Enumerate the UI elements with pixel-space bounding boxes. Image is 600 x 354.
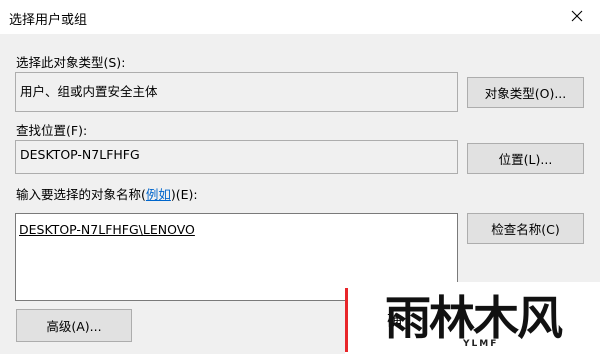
object-type-field: 用户、组或内置安全主体 <box>15 72 458 112</box>
title-bar: 选择用户或组 <box>0 0 600 34</box>
dialog-title: 选择用户或组 <box>9 13 88 28</box>
location-field: DESKTOP-N7LFHFG <box>15 140 458 174</box>
object-types-button[interactable]: 对象类型(O)... <box>467 77 584 108</box>
watermark-logo: 确 雨林木风 YLMF <box>345 282 600 354</box>
close-button[interactable] <box>554 0 600 32</box>
object-type-label: 选择此对象类型(S): <box>16 55 126 70</box>
examples-link[interactable]: 例如 <box>146 187 171 202</box>
object-names-value: DESKTOP-N7LFHFG\LENOVO <box>19 222 195 237</box>
check-names-button[interactable]: 检查名称(C) <box>467 213 584 244</box>
object-names-label: 输入要选择的对象名称(例如)(E): <box>16 187 198 202</box>
advanced-button[interactable]: 高级(A)... <box>16 309 132 342</box>
locations-button[interactable]: 位置(L)... <box>467 143 584 174</box>
select-users-or-groups-dialog: 选择用户或组 选择此对象类型(S): 用户、组或内置安全主体 对象类型(O)..… <box>0 0 600 354</box>
watermark-subtext: YLMF <box>463 339 499 349</box>
location-value: DESKTOP-N7LFHFG <box>20 147 140 162</box>
watermark-red-bar <box>345 288 348 352</box>
location-label: 查找位置(F): <box>16 123 88 138</box>
close-icon <box>571 10 583 22</box>
object-type-value: 用户、组或内置安全主体 <box>20 84 158 99</box>
